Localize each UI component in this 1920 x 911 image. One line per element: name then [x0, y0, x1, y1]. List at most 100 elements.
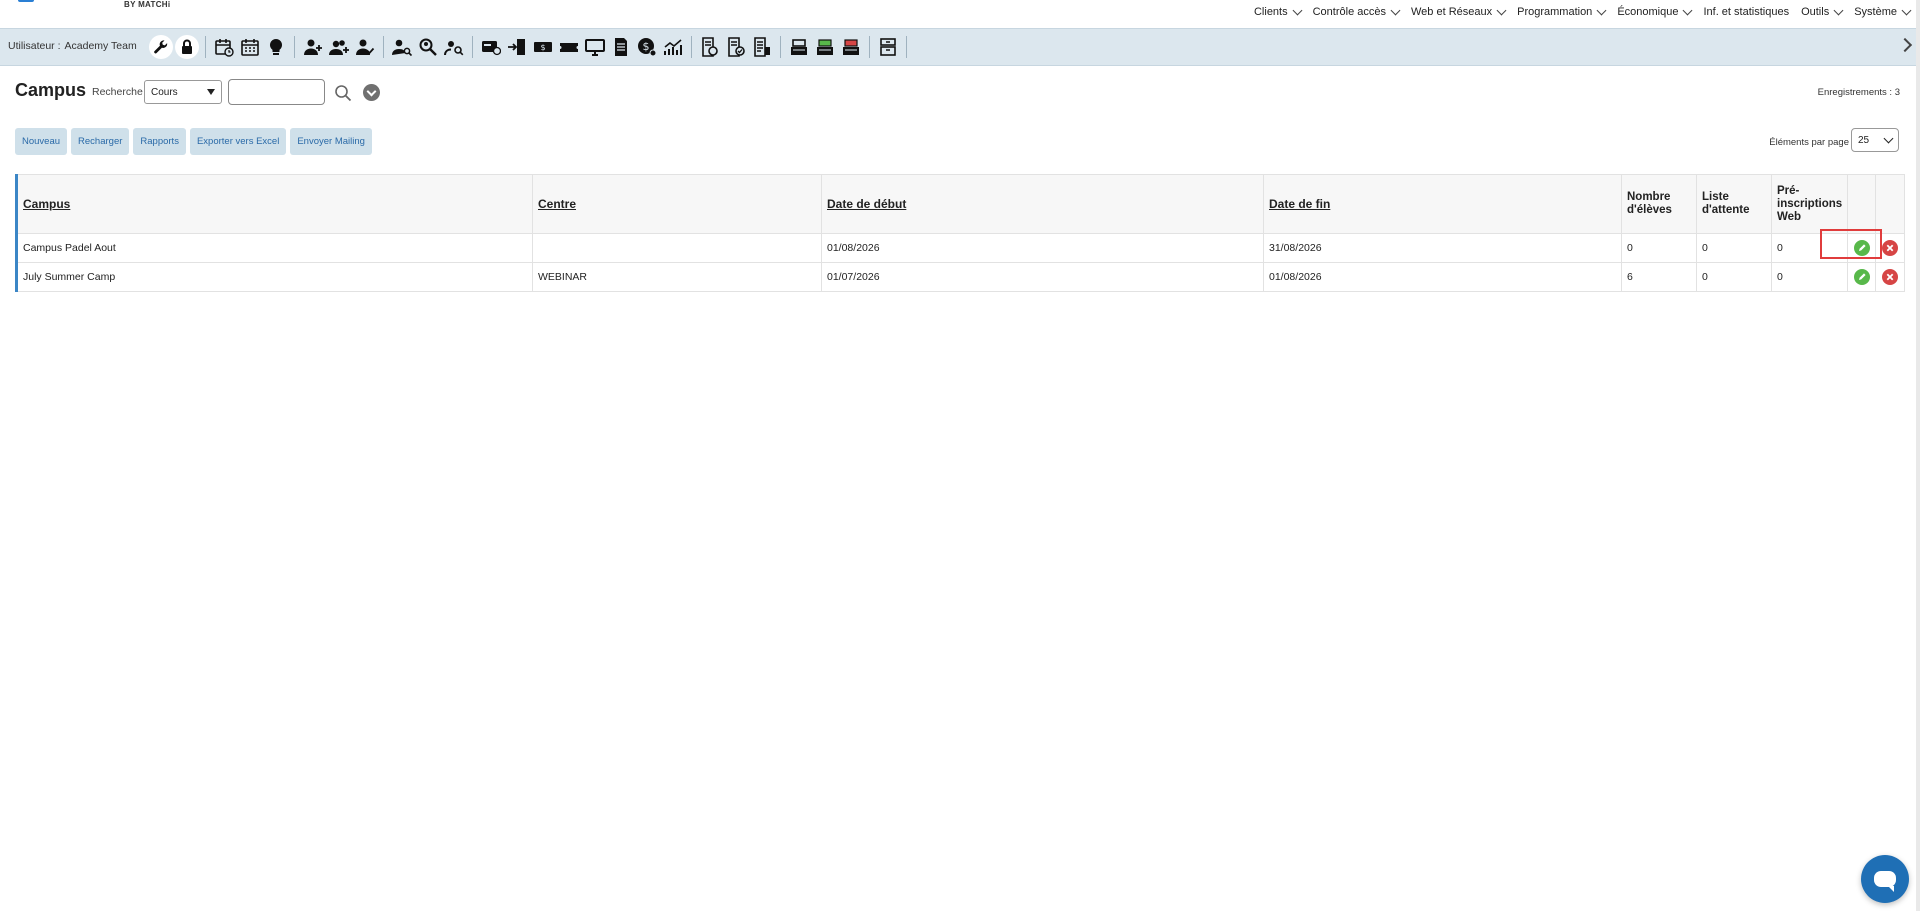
reload-button[interactable]: Recharger	[71, 128, 130, 155]
chevron-right-icon[interactable]	[1897, 37, 1913, 53]
menu-statistiques[interactable]: Inf. et statistiques	[1697, 6, 1795, 18]
calendar-icon[interactable]	[237, 34, 263, 60]
table-row[interactable]: Campus Padel Aout 01/08/2026 31/08/2026 …	[16, 233, 1905, 263]
archive-icon[interactable]	[875, 34, 901, 60]
chevron-down-icon	[1883, 133, 1894, 144]
menu-label: Clients	[1253, 6, 1288, 18]
card-icon[interactable]	[478, 34, 504, 60]
table-row[interactable]: July Summer Camp WEBINAR 01/07/2026 01/0…	[16, 262, 1905, 292]
cell-centre: WEBINAR	[532, 262, 822, 292]
monitor-icon[interactable]	[582, 34, 608, 60]
per-page-select[interactable]: 25	[1851, 128, 1899, 152]
edit-icon[interactable]	[1853, 269, 1870, 285]
search-field-select[interactable]: Cours	[144, 80, 222, 104]
register-closed-icon[interactable]	[838, 34, 864, 60]
user-search-icon[interactable]	[389, 34, 415, 60]
toolbar-divider	[472, 36, 473, 58]
add-user-icon[interactable]	[300, 34, 326, 60]
campus-table: Campus Centre Date de début Date de fin …	[15, 174, 1905, 292]
user-check-icon[interactable]	[352, 34, 378, 60]
col-centre[interactable]: Centre	[532, 174, 822, 234]
table-header-row: Campus Centre Date de début Date de fin …	[16, 174, 1905, 234]
chevron-down-icon	[1496, 5, 1507, 15]
col-date-fin[interactable]: Date de fin	[1263, 174, 1622, 234]
col-label: Date de début	[827, 197, 907, 211]
search-input[interactable]	[228, 79, 325, 105]
cell-date-debut: 01/07/2026	[821, 262, 1264, 292]
col-label: Centre	[538, 197, 577, 211]
document-icon[interactable]	[608, 34, 634, 60]
menu-economique[interactable]: Économique	[1611, 5, 1697, 18]
caret-down-icon	[207, 89, 215, 95]
edit-icon[interactable]	[1853, 240, 1870, 256]
col-campus[interactable]: Campus	[16, 174, 533, 234]
wrench-icon[interactable]	[148, 34, 174, 60]
cell-preinscriptions: 0	[1771, 262, 1848, 292]
lock-icon[interactable]	[174, 34, 200, 60]
chat-button[interactable]	[1861, 855, 1909, 903]
new-button[interactable]: Nouveau	[15, 128, 68, 155]
invoice-settings-icon[interactable]	[697, 34, 723, 60]
user-prefix: Utilisateur :	[8, 40, 61, 52]
menu-label: Web et Réseaux	[1410, 6, 1493, 18]
menu-clients[interactable]: Clients	[1248, 5, 1307, 18]
advanced-search-toggle[interactable]	[363, 84, 380, 101]
page-title: Campus	[15, 80, 87, 100]
menu-label: Économique	[1617, 6, 1679, 18]
cell-delete	[1875, 233, 1905, 263]
main-menu: Clients Contrôle accès Web et Réseaux Pr…	[1248, 0, 1916, 24]
search-icon[interactable]	[334, 84, 352, 102]
menu-programmation[interactable]: Programmation	[1511, 5, 1611, 18]
per-page-label: Éléments par page	[1769, 137, 1849, 148]
chevron-down-icon	[1683, 5, 1693, 15]
scrollbar[interactable]	[1916, 0, 1920, 911]
col-label: Date de fin	[1269, 197, 1331, 211]
export-excel-button[interactable]: Exporter vers Excel	[189, 128, 287, 155]
cell-delete	[1875, 262, 1905, 292]
col-date-debut[interactable]: Date de début	[821, 174, 1264, 234]
menu-systeme[interactable]: Système	[1848, 5, 1916, 18]
col-nombre-eleves: Nombre d'élèves	[1621, 174, 1697, 234]
invoice-list-icon[interactable]	[749, 34, 775, 60]
current-user: Utilisateur : Academy Team	[8, 40, 137, 52]
chevron-down-icon	[1292, 5, 1303, 15]
menu-label: Programmation	[1517, 6, 1593, 18]
toolbar-icons: $ $	[148, 34, 912, 60]
menu-web-reseaux[interactable]: Web et Réseaux	[1405, 5, 1511, 18]
chevron-down-icon	[1390, 5, 1401, 15]
user-name: Academy Team	[64, 40, 137, 52]
cell-campus: July Summer Camp	[16, 262, 533, 292]
chevron-down-icon	[1833, 5, 1844, 15]
add-group-icon[interactable]	[326, 34, 352, 60]
brand-subtitle: BY MATCHi	[124, 0, 171, 9]
user-find-icon[interactable]	[441, 34, 467, 60]
register-open-icon[interactable]	[812, 34, 838, 60]
cell-campus: Campus Padel Aout	[16, 233, 533, 263]
toolbar-divider	[906, 36, 907, 58]
shortcut-toolbar: Utilisateur : Academy Team $ $	[0, 28, 1920, 66]
reports-button[interactable]: Rapports	[133, 128, 186, 155]
col-delete	[1875, 174, 1905, 234]
col-edit	[1847, 174, 1876, 234]
invoice-check-icon[interactable]	[723, 34, 749, 60]
delete-icon[interactable]	[1882, 240, 1898, 256]
lightbulb-icon[interactable]	[263, 34, 289, 60]
brand-logo[interactable]	[18, 0, 34, 2]
delete-icon[interactable]	[1882, 269, 1898, 285]
chart-trend-icon[interactable]	[660, 34, 686, 60]
register-icon[interactable]	[786, 34, 812, 60]
door-enter-icon[interactable]	[504, 34, 530, 60]
chevron-down-icon	[1596, 5, 1607, 15]
search-zoom-icon[interactable]	[415, 34, 441, 60]
menu-controle-acces[interactable]: Contrôle accès	[1307, 5, 1405, 18]
menu-outils[interactable]: Outils	[1795, 5, 1848, 18]
cell-liste-attente: 0	[1696, 262, 1772, 292]
top-navigation: BY MATCHi Clients Contrôle accès Web et …	[0, 0, 1920, 28]
cell-centre	[532, 233, 822, 263]
cash-icon[interactable]: $	[530, 34, 556, 60]
coin-settings-icon[interactable]: $	[634, 34, 660, 60]
ticket-icon[interactable]	[556, 34, 582, 60]
send-mailing-button[interactable]: Envoyer Mailing	[290, 128, 372, 155]
cell-date-debut: 01/08/2026	[821, 233, 1264, 263]
calendar-clock-icon[interactable]	[211, 34, 237, 60]
